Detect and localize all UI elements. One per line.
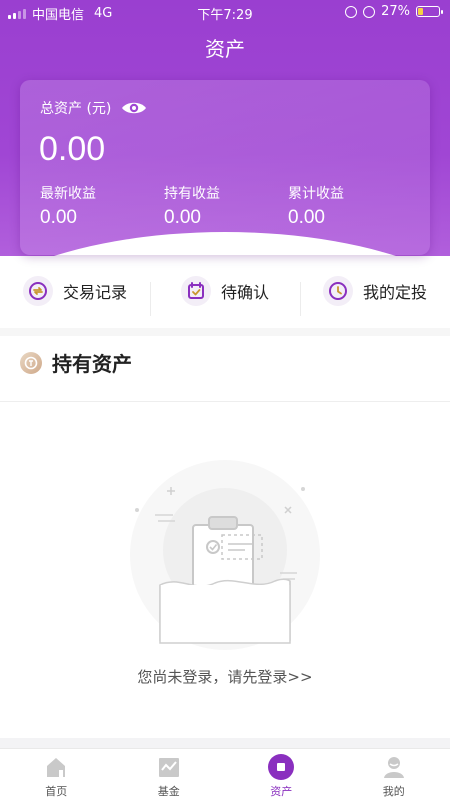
section-divider	[0, 328, 450, 336]
tab-home[interactable]: 首页	[0, 749, 113, 800]
asset-card: 总资产 (元) 0.00 最新收益 0.00 持有收益 0.00 累计收益 0.…	[20, 80, 430, 255]
shortcut-label: 我的定投	[362, 283, 427, 302]
user-icon	[380, 753, 408, 781]
shortcut-bar: 交易记录 待确认 我的定投	[0, 265, 450, 317]
shortcut-trade-records[interactable]: 交易记录	[0, 276, 150, 306]
tab-mine[interactable]: 我的	[338, 749, 450, 800]
tab-label: 资产	[270, 785, 293, 798]
holdings-header: 持有资产	[20, 348, 132, 377]
calendar-check-icon	[180, 276, 211, 306]
tab-label: 首页	[45, 785, 68, 798]
lock-rotation-icon	[345, 5, 358, 18]
chart-icon	[155, 753, 183, 781]
home-icon	[42, 753, 70, 781]
total-asset-value: 0.00	[39, 130, 106, 168]
metric-label: 最新收益	[40, 186, 96, 202]
exchange-icon	[22, 276, 53, 306]
shortcut-label: 待确认	[220, 283, 269, 302]
metric-latest-income: 最新收益 0.00	[40, 183, 96, 229]
bottom-tab-bar: 首页 基金 资产 我的	[0, 748, 450, 800]
tab-label: 基金	[157, 785, 180, 798]
coin-icon	[20, 351, 42, 374]
tab-fund[interactable]: 基金	[113, 749, 226, 800]
metric-label: 累计收益	[288, 186, 344, 202]
tabbar-separator	[0, 738, 450, 748]
empty-state-illustration	[125, 455, 325, 655]
asset-icon	[267, 753, 295, 781]
status-right: 27%	[345, 4, 443, 19]
tab-assets[interactable]: 资产	[225, 749, 338, 800]
metric-holding-income: 持有收益 0.00	[164, 183, 220, 229]
battery-fill	[418, 8, 423, 15]
total-asset-label-row: 总资产 (元)	[40, 98, 147, 118]
status-bar: 中国电信 4G 下午7:29 27%	[0, 0, 450, 24]
login-prompt-link[interactable]: 您尚未登录，请先登录>>	[0, 666, 450, 687]
eye-icon[interactable]	[121, 100, 147, 116]
tab-label: 我的	[382, 785, 405, 798]
shortcut-my-plans[interactable]: 我的定投	[300, 276, 450, 316]
metric-value: 0.00	[164, 207, 201, 228]
total-asset-label: 总资产 (元)	[40, 101, 112, 117]
shortcut-pending[interactable]: 待确认	[150, 276, 300, 316]
holdings-title: 持有资产	[52, 352, 132, 376]
metric-value: 0.00	[288, 207, 325, 228]
metric-label: 持有收益	[164, 186, 220, 202]
alarm-icon	[363, 5, 376, 18]
metric-cumulative-income: 累计收益 0.00	[288, 183, 344, 229]
shortcut-label: 交易记录	[62, 283, 127, 302]
section-line	[0, 401, 450, 402]
battery-icon	[416, 6, 443, 17]
metric-value: 0.00	[40, 207, 77, 228]
clock-icon	[322, 276, 353, 306]
page-title: 资产	[205, 37, 245, 61]
battery-percent: 27%	[381, 4, 410, 19]
